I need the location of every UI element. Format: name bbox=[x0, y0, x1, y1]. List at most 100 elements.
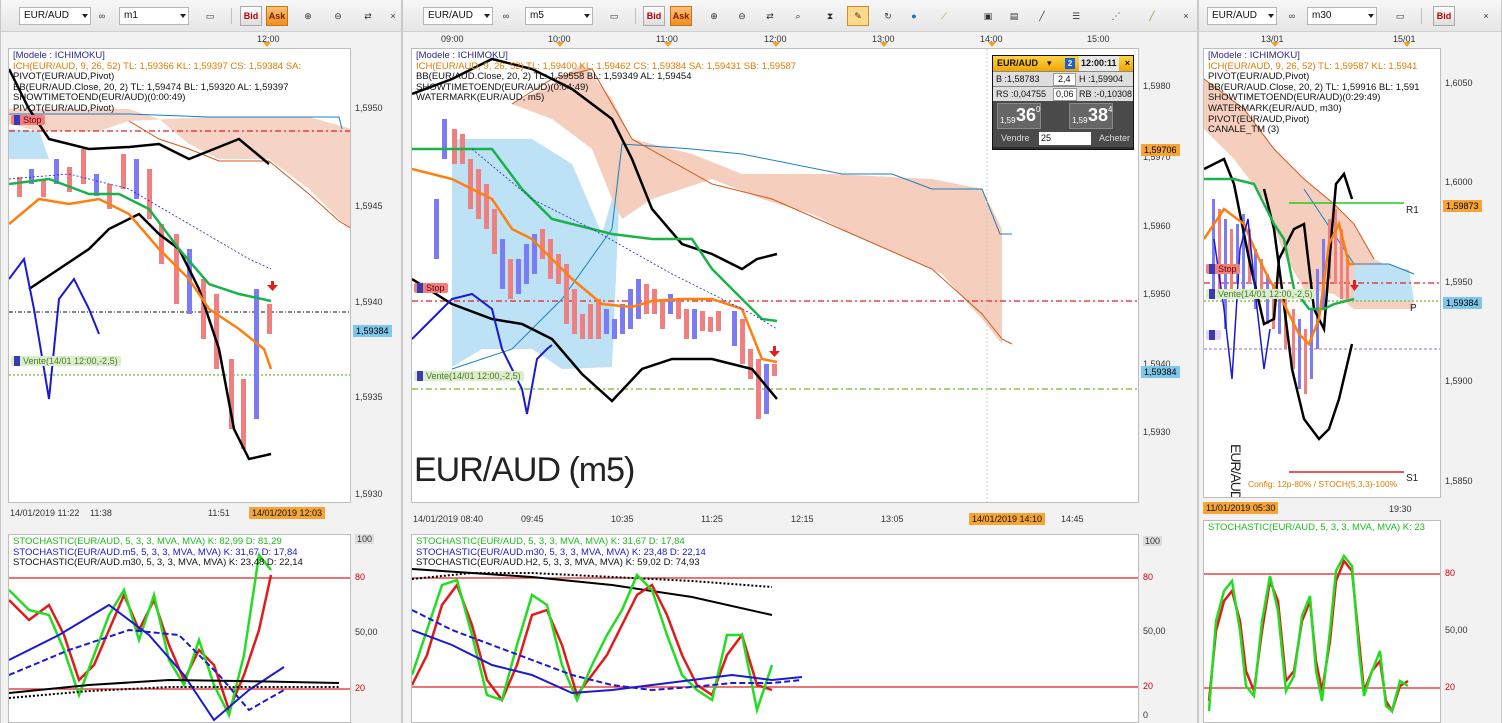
ticket-row-bh: B :1,58783 2,4 H :1,59904 bbox=[993, 71, 1133, 86]
sell-order-label[interactable]: Vente(14/01 12:00,-2,5) bbox=[11, 356, 121, 366]
draw-line-icon[interactable]: ╱ bbox=[1031, 6, 1053, 26]
stochastic-plot: STOCHASTIC(EUR/AUD, 5, 3, 3, MVA, MVA) K… bbox=[8, 534, 351, 723]
time-marker-icon bbox=[1403, 42, 1411, 47]
stochastic-axis: 100 80 50,00 20 0 bbox=[1139, 534, 1197, 723]
candle bbox=[484, 184, 489, 229]
sell-order-label[interactable]: Vente(14/01 12:00,-2,5) bbox=[414, 371, 524, 381]
scroll-icon[interactable]: ⇄ bbox=[759, 6, 781, 26]
stoch-tick: 50,00 bbox=[1445, 625, 1468, 635]
candle bbox=[492, 209, 497, 254]
chart-type-icon[interactable]: ▭ bbox=[1389, 6, 1411, 26]
sell-price-sup: 0 bbox=[1036, 105, 1041, 114]
ticket-b: B :1,58783 bbox=[996, 74, 1040, 84]
candle bbox=[772, 364, 777, 376]
image-icon[interactable]: ▣ bbox=[977, 6, 999, 26]
sell-button[interactable]: Vendre bbox=[1001, 133, 1030, 143]
candle bbox=[1334, 209, 1337, 284]
close-icon[interactable]: × bbox=[1179, 6, 1193, 26]
sell-price-button[interactable]: 1,59 36 0 bbox=[997, 103, 1041, 129]
timeframe-select[interactable]: m5 bbox=[525, 7, 593, 25]
tenkan-line bbox=[9, 197, 273, 370]
ask-button[interactable]: Ask bbox=[670, 6, 692, 26]
ticket-rb: RB :-0,10308 bbox=[1079, 89, 1133, 99]
candle bbox=[660, 299, 665, 329]
chart-type-icon[interactable]: ▭ bbox=[199, 6, 221, 26]
globe-icon[interactable]: ● bbox=[903, 6, 925, 26]
candle bbox=[540, 229, 545, 259]
bid-button[interactable]: Bid bbox=[1433, 6, 1455, 26]
chart-watermark: EUR/AUD (m30) bbox=[1228, 444, 1244, 498]
price-tick: 1,5980 bbox=[1143, 81, 1171, 91]
ticket-dropdown-icon[interactable]: ▾ bbox=[1047, 56, 1052, 71]
price-tick: 1,5940 bbox=[355, 297, 383, 307]
indicator-legend: [Modele : ICHIMOKU] ICH(EUR/AUD, 9, 26, … bbox=[13, 50, 301, 115]
link-icon[interactable]: ∞ bbox=[91, 6, 113, 26]
ask-button[interactable]: Ask bbox=[266, 6, 288, 26]
scroll-icon[interactable]: ⇄ bbox=[357, 6, 379, 26]
candle bbox=[636, 279, 641, 319]
down-arrow-icon bbox=[769, 346, 780, 357]
time-axis: 19:30 bbox=[1203, 504, 1501, 518]
sell-order-label[interactable]: Vente(14/01 12:00,-2,5) bbox=[1206, 289, 1316, 299]
list-icon[interactable]: ☰ bbox=[1065, 6, 1087, 26]
trade-ticket: EUR/AUD ▾ 2 12:00:11 × B :1,58783 2,4 H … bbox=[992, 55, 1134, 150]
close-icon[interactable]: × bbox=[386, 6, 400, 26]
zoom-in-icon[interactable]: ⊕ bbox=[297, 6, 319, 26]
price-tick: 1,6000 bbox=[1445, 177, 1473, 187]
zoom-in-icon[interactable]: ⊕ bbox=[703, 6, 725, 26]
link-icon[interactable]: ∞ bbox=[495, 6, 517, 26]
stoch-tick: 80 bbox=[1445, 568, 1456, 578]
candle bbox=[740, 319, 745, 364]
ticket-symbol: EUR/AUD bbox=[997, 58, 1039, 68]
limit-order-label[interactable] bbox=[1206, 330, 1221, 340]
stop-order-label[interactable]: Stop bbox=[11, 115, 45, 125]
close-icon[interactable]: × bbox=[1479, 6, 1493, 26]
legend-line: [Modele : ICHIMOKU] bbox=[416, 50, 508, 61]
time-tick: 14:45 bbox=[1061, 514, 1084, 524]
window-icon[interactable]: ▤ bbox=[1003, 6, 1025, 26]
symbol-select[interactable]: EUR/AUD bbox=[1207, 7, 1277, 25]
bid-button[interactable]: Bid bbox=[643, 6, 665, 26]
stoch-tick: 50,00 bbox=[1143, 626, 1166, 636]
stochastic-legend: STOCHASTIC(EUR/AUD, 5, 3, 3, MVA, MVA) K… bbox=[1208, 522, 1425, 534]
candle bbox=[620, 304, 625, 334]
timeframe-select[interactable]: m30 bbox=[1307, 7, 1377, 25]
time-tick: 10:35 bbox=[611, 514, 634, 524]
candle bbox=[684, 309, 689, 339]
refresh-icon[interactable]: ↻ bbox=[877, 6, 899, 26]
quantity-select[interactable]: 25 bbox=[1039, 132, 1091, 145]
symbol-select[interactable]: EUR/AUD bbox=[423, 7, 493, 25]
symbol-select[interactable]: EUR/AUD bbox=[19, 7, 91, 25]
candle bbox=[452, 129, 457, 164]
chart-type-icon[interactable]: ▭ bbox=[603, 6, 625, 26]
magnifier-icon[interactable]: ⌕ bbox=[787, 6, 809, 26]
link-icon[interactable]: ∞ bbox=[1281, 6, 1303, 26]
time-tick: 13:05 bbox=[881, 514, 904, 524]
ticket-close-icon[interactable]: × bbox=[1125, 56, 1130, 71]
time-axis: 14/01/2019 08:40 09:45 10:35 11:25 12:15… bbox=[411, 514, 1197, 528]
time-marker-icon bbox=[263, 42, 271, 47]
buy-button[interactable]: Acheter bbox=[1099, 133, 1130, 143]
time-axis: 14/01/2019 11:22 11:38 11:51 bbox=[8, 508, 401, 522]
ruler-icon[interactable]: ⟋ bbox=[933, 6, 955, 26]
bid-button[interactable]: Bid bbox=[240, 6, 262, 26]
price-tick: 1,5960 bbox=[1143, 221, 1171, 231]
stop-order-label[interactable]: Stop bbox=[414, 283, 448, 293]
pencil-icon[interactable]: ╱ bbox=[1141, 6, 1163, 26]
zoom-out-icon[interactable]: ⊖ bbox=[327, 6, 349, 26]
fan-icon[interactable]: ⋰ bbox=[1105, 6, 1127, 26]
candle bbox=[676, 299, 681, 319]
candle bbox=[572, 289, 577, 334]
candle bbox=[580, 314, 585, 339]
stop-order-label[interactable]: Stop bbox=[1206, 264, 1240, 274]
note-icon[interactable]: ✎ bbox=[847, 6, 869, 26]
hourglass-icon[interactable]: ⧗ bbox=[819, 6, 841, 26]
buy-price-button[interactable]: 1,59 38 4 bbox=[1069, 103, 1113, 129]
zoom-out-icon[interactable]: ⊖ bbox=[731, 6, 753, 26]
candle bbox=[1298, 319, 1301, 389]
chart-window-m30: EUR/AUD ∞ m30 ▭ Bid × 13/01 15/01 [Model… bbox=[1198, 0, 1502, 723]
timeframe-select[interactable]: m1 bbox=[119, 7, 189, 25]
indicator-legend: [Modele : ICHIMOKU] ICH(EUR/AUD, 9, 26, … bbox=[416, 50, 796, 104]
sell-price-big: 36 bbox=[1016, 105, 1037, 125]
ticket-row-rs: RS :0,04755 0,06 RB :-0,10308 bbox=[993, 86, 1133, 101]
